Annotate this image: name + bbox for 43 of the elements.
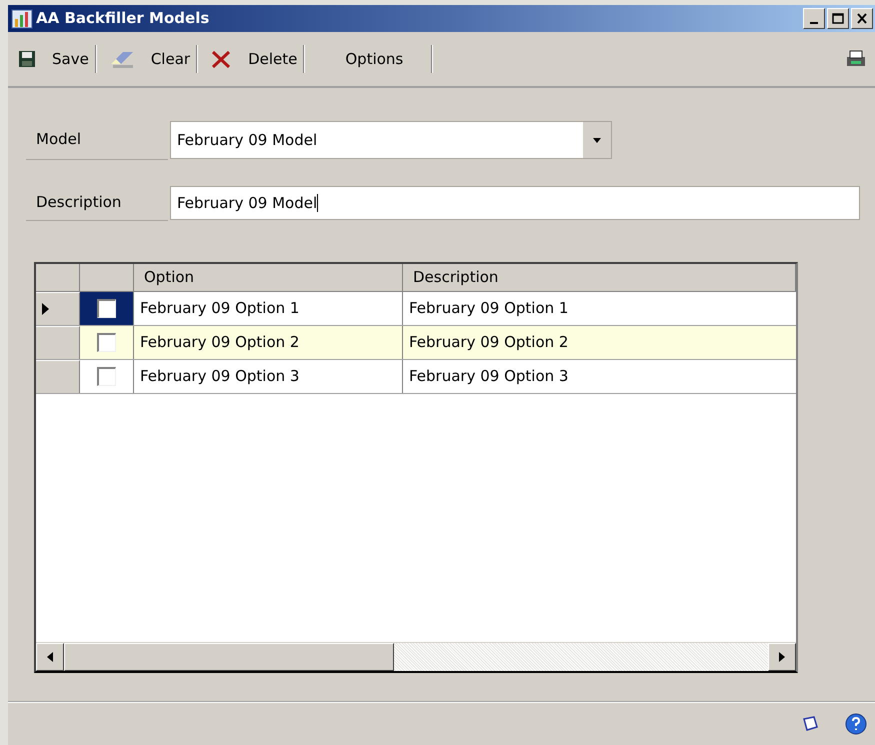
table-cell: February 09 Option 1	[134, 292, 403, 325]
caret-icon	[593, 138, 601, 142]
column-header[interactable]: Description	[403, 264, 796, 291]
current-row-icon	[42, 303, 49, 315]
help-icon[interactable]	[845, 713, 867, 735]
note-icon[interactable]	[801, 716, 819, 732]
right-arrow-icon	[779, 652, 785, 662]
table-row[interactable]: February 09 Option 2 February 09 Option 2	[36, 326, 796, 360]
scroll-right-button[interactable]	[768, 643, 796, 671]
table-row[interactable]: February 09 Option 1 February 09 Option 1	[36, 292, 796, 326]
close-button[interactable]	[851, 8, 873, 29]
close-icon	[856, 13, 868, 24]
minimize-icon	[810, 22, 818, 24]
maximize-icon	[832, 13, 844, 24]
clear-button[interactable]: Clear	[108, 44, 196, 74]
checkbox[interactable]	[97, 367, 116, 386]
table-cell: February 09 Option 2	[134, 326, 403, 359]
printer-icon[interactable]	[845, 49, 867, 69]
scroll-left-button[interactable]	[36, 643, 64, 671]
app-icon	[11, 8, 33, 28]
checkbox[interactable]	[97, 333, 116, 352]
options-button[interactable]: Options	[317, 44, 432, 74]
checkbox[interactable]	[97, 299, 116, 318]
left-arrow-icon	[47, 652, 53, 662]
table-cell-text: February 09 Option 1	[408, 298, 570, 320]
delete-x-icon	[210, 49, 232, 69]
delete-button[interactable]: Delete	[210, 44, 304, 74]
table-cell: February 09 Option 3	[134, 360, 403, 393]
description-label: Description	[26, 185, 168, 221]
save-button[interactable]: Save	[18, 44, 95, 74]
description-field[interactable]: February 09 Model	[170, 186, 860, 220]
horizontal-scrollbar[interactable]	[36, 642, 796, 671]
model-label: Model	[26, 120, 168, 160]
minimize-button[interactable]	[803, 8, 825, 29]
column-header[interactable]: Option	[134, 264, 403, 291]
table-row[interactable]: February 09 Option 3 February 09 Option 3	[36, 360, 796, 394]
scroll-thumb[interactable]	[64, 643, 394, 671]
window-title: AA Backfiller Models	[36, 8, 210, 30]
eraser-icon	[108, 49, 135, 69]
table-cell-text: February 09 Option 3	[408, 366, 570, 388]
maximize-button[interactable]	[827, 8, 849, 29]
table-cell-text: February 09 Option 2	[408, 332, 570, 354]
model-dropdown[interactable]: February 09 Model	[170, 121, 612, 159]
